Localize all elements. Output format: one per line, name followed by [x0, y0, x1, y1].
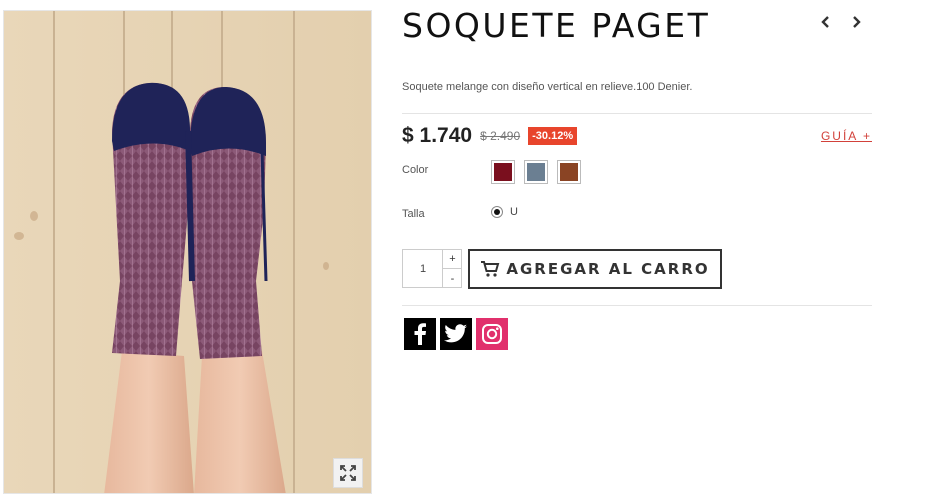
size-value: U [510, 206, 518, 218]
chevron-left-icon [821, 16, 829, 28]
quantity-stepper: + - [402, 249, 462, 288]
quantity-decrease-button[interactable]: - [442, 269, 462, 288]
social-share [404, 318, 508, 350]
size-label: Talla [402, 208, 425, 220]
twitter-icon [444, 324, 467, 343]
color-swatches [491, 160, 581, 184]
size-radio[interactable] [491, 206, 503, 218]
instagram-icon [482, 324, 502, 344]
price-row: $ 1.740 $ 2.490 -30.12% GUÍA + [402, 124, 872, 148]
swatch-fill [494, 163, 512, 181]
swatch-fill [527, 163, 545, 181]
discount-badge: -30.12% [528, 127, 578, 145]
color-swatch-brown[interactable] [557, 160, 581, 184]
size-guide-link[interactable]: GUÍA + [821, 129, 872, 143]
old-price: $ 2.490 [480, 129, 521, 143]
zoom-button[interactable] [333, 458, 363, 488]
current-price: $ 1.740 [402, 124, 473, 147]
product-nav [817, 12, 865, 32]
previous-product-button[interactable] [817, 12, 833, 32]
chevron-right-icon [853, 16, 861, 28]
color-swatch-burgundy[interactable] [491, 160, 515, 184]
quantity-increase-button[interactable]: + [442, 250, 462, 269]
product-photo [4, 11, 371, 493]
radio-dot [494, 209, 500, 215]
instagram-share-button[interactable] [476, 318, 508, 350]
divider [402, 113, 872, 114]
quantity-input[interactable] [403, 250, 443, 287]
facebook-share-button[interactable] [404, 318, 436, 350]
product-image[interactable] [3, 10, 372, 494]
color-swatch-gray-blue[interactable] [524, 160, 548, 184]
swatch-fill [560, 163, 578, 181]
twitter-share-button[interactable] [440, 318, 472, 350]
product-description: Soquete melange con diseño vertical en r… [402, 81, 693, 93]
product-title: SOQUETE PAGET [402, 6, 711, 45]
expand-icon [340, 465, 356, 481]
add-to-cart-label: AGREGAR AL CARRO [506, 260, 710, 278]
cart-icon [481, 261, 500, 277]
add-to-cart-button[interactable]: AGREGAR AL CARRO [468, 249, 722, 289]
facebook-icon [414, 323, 426, 345]
color-label: Color [402, 164, 429, 176]
size-option-u[interactable]: U [491, 206, 518, 218]
divider [402, 305, 872, 306]
next-product-button[interactable] [849, 12, 865, 32]
